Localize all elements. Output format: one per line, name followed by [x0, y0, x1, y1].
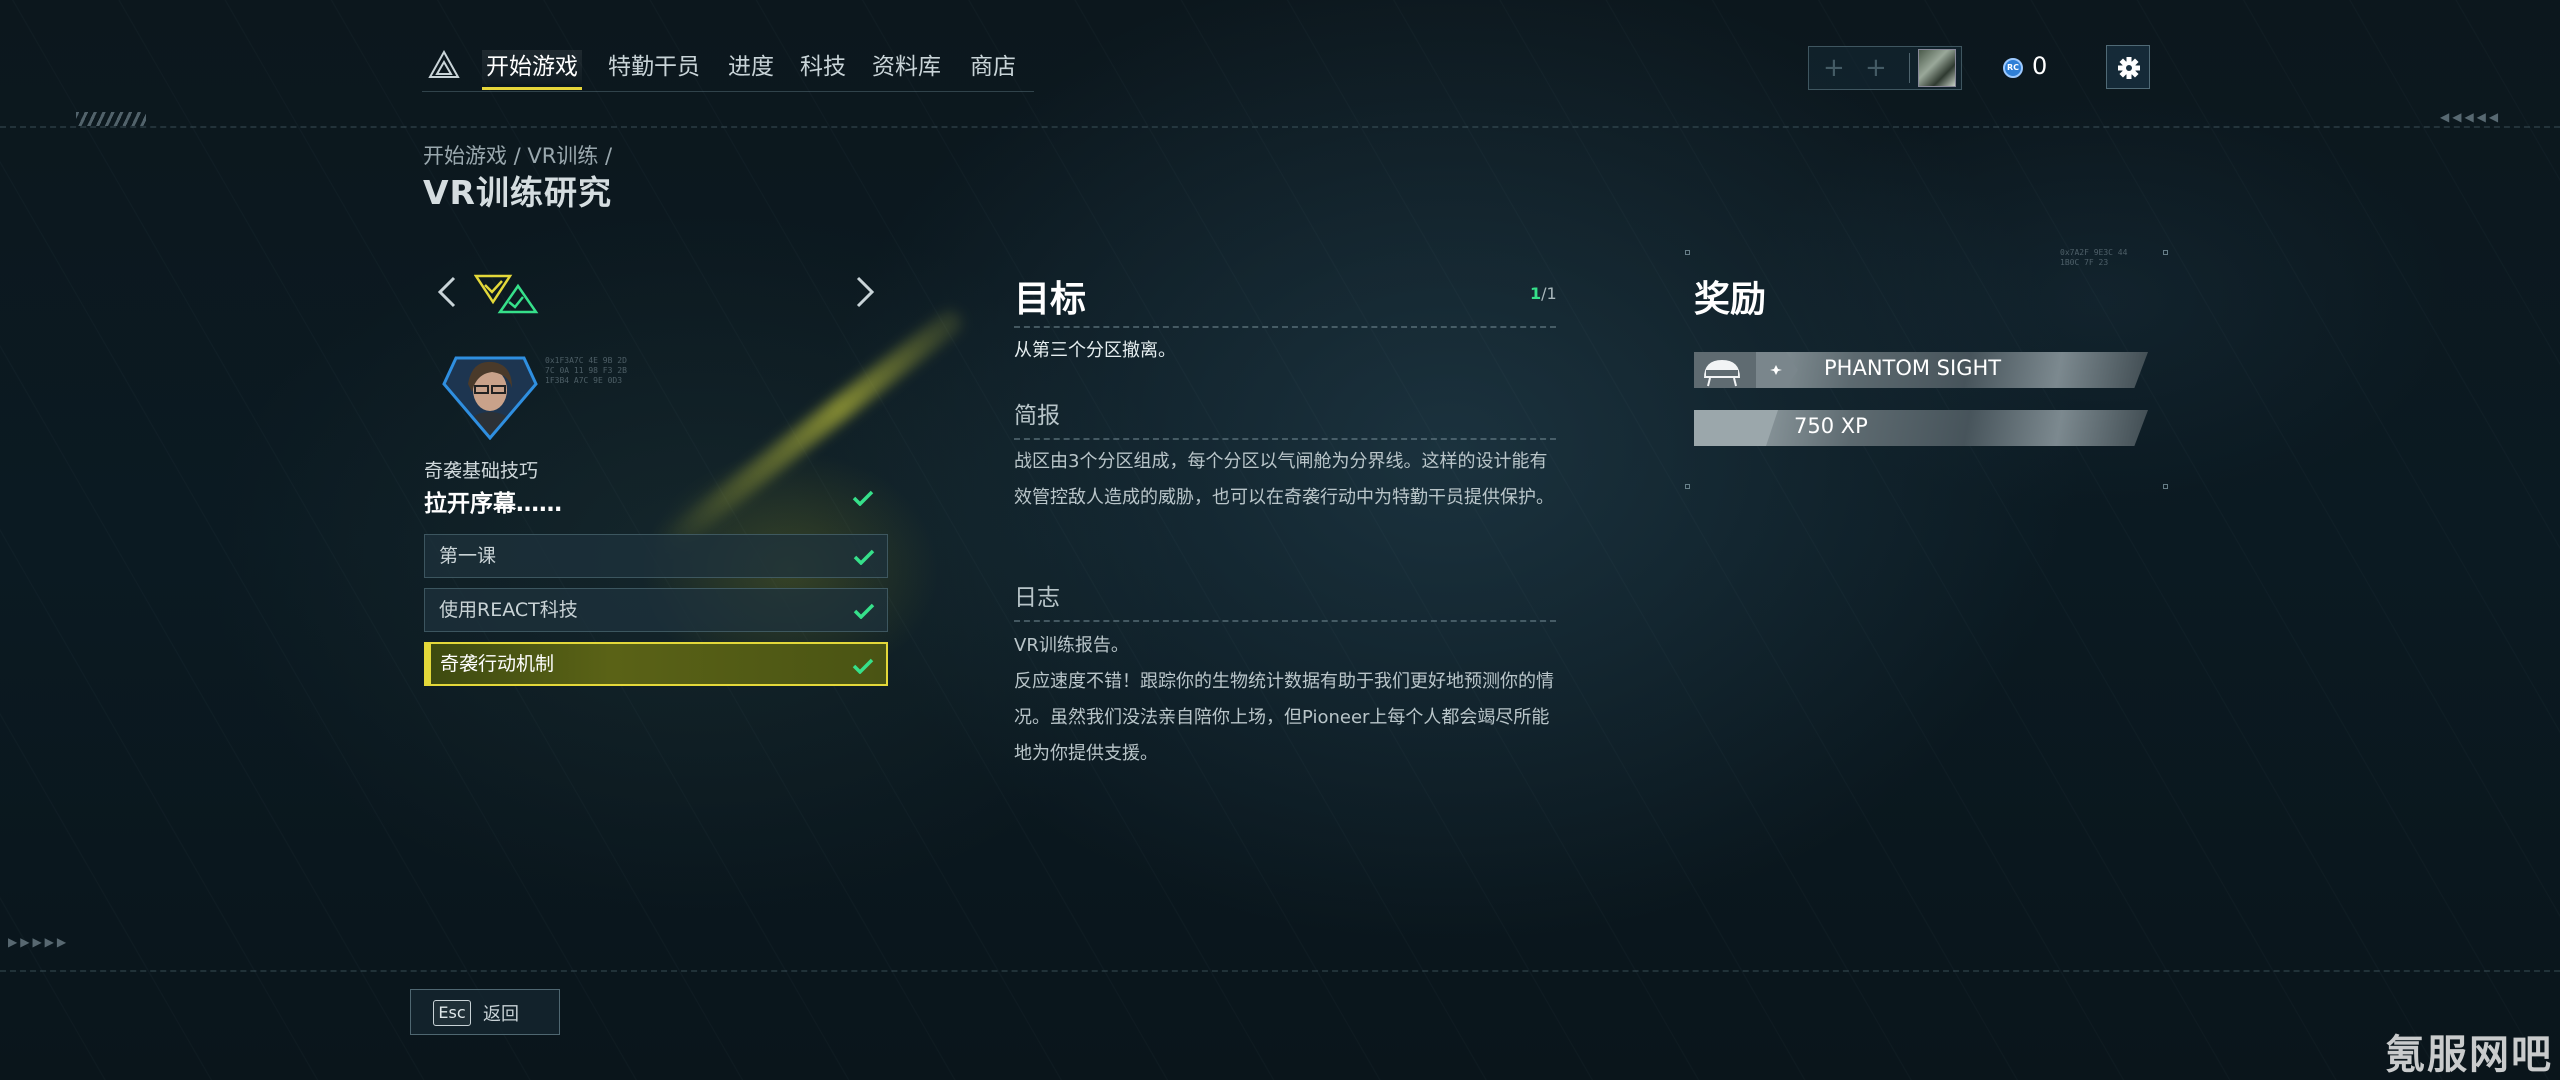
- frame-line-top: [0, 126, 2560, 128]
- briefing-title: 简报: [1014, 403, 1060, 429]
- background-pattern: [0, 0, 2560, 1080]
- check-icon: [852, 658, 874, 674]
- lesson-label: 使用REACT科技: [439, 599, 578, 621]
- divider: [1014, 620, 1556, 622]
- reward-divider-icon: [1756, 352, 1798, 388]
- lesson-item-selected[interactable]: 奇袭行动机制: [424, 642, 888, 686]
- tab-operators[interactable]: 特勤干员: [608, 50, 700, 84]
- lesson-label: 第一课: [439, 545, 497, 567]
- lesson-item[interactable]: 第一课: [424, 534, 888, 578]
- credits-icon: RC: [2003, 58, 2023, 78]
- rewards-title: 奖励: [1694, 279, 1767, 320]
- credits-value: 0: [2032, 52, 2048, 80]
- briefing-text: 战区由3个分区组成，每个分区以气闸舱为分界线。这样的设计能有效管控敌人造成的威胁…: [1014, 451, 1554, 508]
- reward-icon-box: [1694, 352, 1756, 388]
- tab-progress[interactable]: 进度: [728, 50, 774, 84]
- reward-item[interactable]: PHANTOM SIGHT: [1694, 352, 2148, 388]
- corner-marker: [2163, 250, 2168, 255]
- next-arrow-icon[interactable]: [850, 272, 880, 312]
- check-icon: [853, 603, 875, 619]
- log-title: 日志: [1014, 585, 1060, 611]
- log-text: VR训练报告。 反应速度不错！跟踪你的生物统计数据有助于我们更好地预测你的情况。…: [1014, 635, 1554, 764]
- corner-marker: [1685, 484, 1690, 489]
- tab-play[interactable]: 开始游戏: [482, 50, 582, 90]
- xp-icon: [1694, 410, 1778, 446]
- corner-marker: [1685, 250, 1690, 255]
- logo-icon[interactable]: [428, 50, 460, 80]
- settings-button[interactable]: [2106, 45, 2150, 89]
- lesson-item[interactable]: 使用REACT科技: [424, 588, 888, 632]
- reward-label: PHANTOM SIGHT: [1824, 356, 2002, 380]
- deco-arrows-left: ◀◀◀◀◀: [2440, 110, 2502, 124]
- frame-line-bottom: [0, 970, 2560, 972]
- check-icon: [853, 549, 875, 565]
- add-slot-icon[interactable]: +: [1823, 54, 1845, 82]
- lesson-category: 奇袭基础技巧: [424, 460, 539, 482]
- tab-shop[interactable]: 商店: [970, 50, 1016, 84]
- divider: [1014, 438, 1556, 440]
- gear-icon: [2118, 57, 2140, 79]
- instructor-portrait: [442, 356, 538, 440]
- add-slot-icon[interactable]: +: [1865, 54, 1887, 82]
- deco-code-text: 0x1F3A7C 4E 9B 2D 7C 0A 11 98 F3 2B 1F3B…: [545, 356, 627, 385]
- reward-item[interactable]: 750 XP: [1694, 410, 2148, 446]
- page-title: VR训练研究: [423, 173, 612, 212]
- chapter-title: 拉开序幕……: [424, 491, 562, 517]
- objective-text: 从第三个分区撤离。: [1014, 340, 1176, 361]
- prev-arrow-icon[interactable]: [432, 272, 462, 312]
- back-button[interactable]: Esc 返回: [410, 989, 560, 1035]
- main-nav: 开始游戏 特勤干员 进度 科技 资料库 商店: [422, 44, 1034, 92]
- tab-tech[interactable]: 科技: [800, 50, 846, 84]
- helmet-icon: [1704, 360, 1740, 387]
- deco-arrows-right: ▶▶▶▶▶: [8, 935, 70, 949]
- objectives-count: 1/1: [1530, 284, 1557, 303]
- deco-code-text-right: 0x7A2F 9E3C 44 1B0C 7F 23: [2060, 248, 2128, 267]
- game-screen: ▶▶▶▶▶ ◀◀◀◀◀ 0x1F3A7C 4E 9B 2D 7C 0A 11 9…: [0, 0, 2560, 1080]
- lesson-label: 奇袭行动机制: [440, 653, 555, 675]
- chapter-badges-icon: [474, 274, 539, 314]
- reward-label: 750 XP: [1794, 414, 1868, 438]
- player-avatar[interactable]: [1918, 49, 1956, 87]
- divider: [1014, 326, 1556, 328]
- esc-key-hint: Esc: [433, 1000, 471, 1026]
- back-label: 返回: [483, 1004, 519, 1025]
- deco-slashes: [76, 112, 146, 126]
- chapter-complete-check-icon: [852, 490, 874, 506]
- objectives-title: 目标: [1014, 279, 1087, 320]
- watermark-text: 氪服网吧: [2385, 1032, 2553, 1078]
- corner-marker: [2163, 484, 2168, 489]
- tab-archive[interactable]: 资料库: [872, 50, 941, 84]
